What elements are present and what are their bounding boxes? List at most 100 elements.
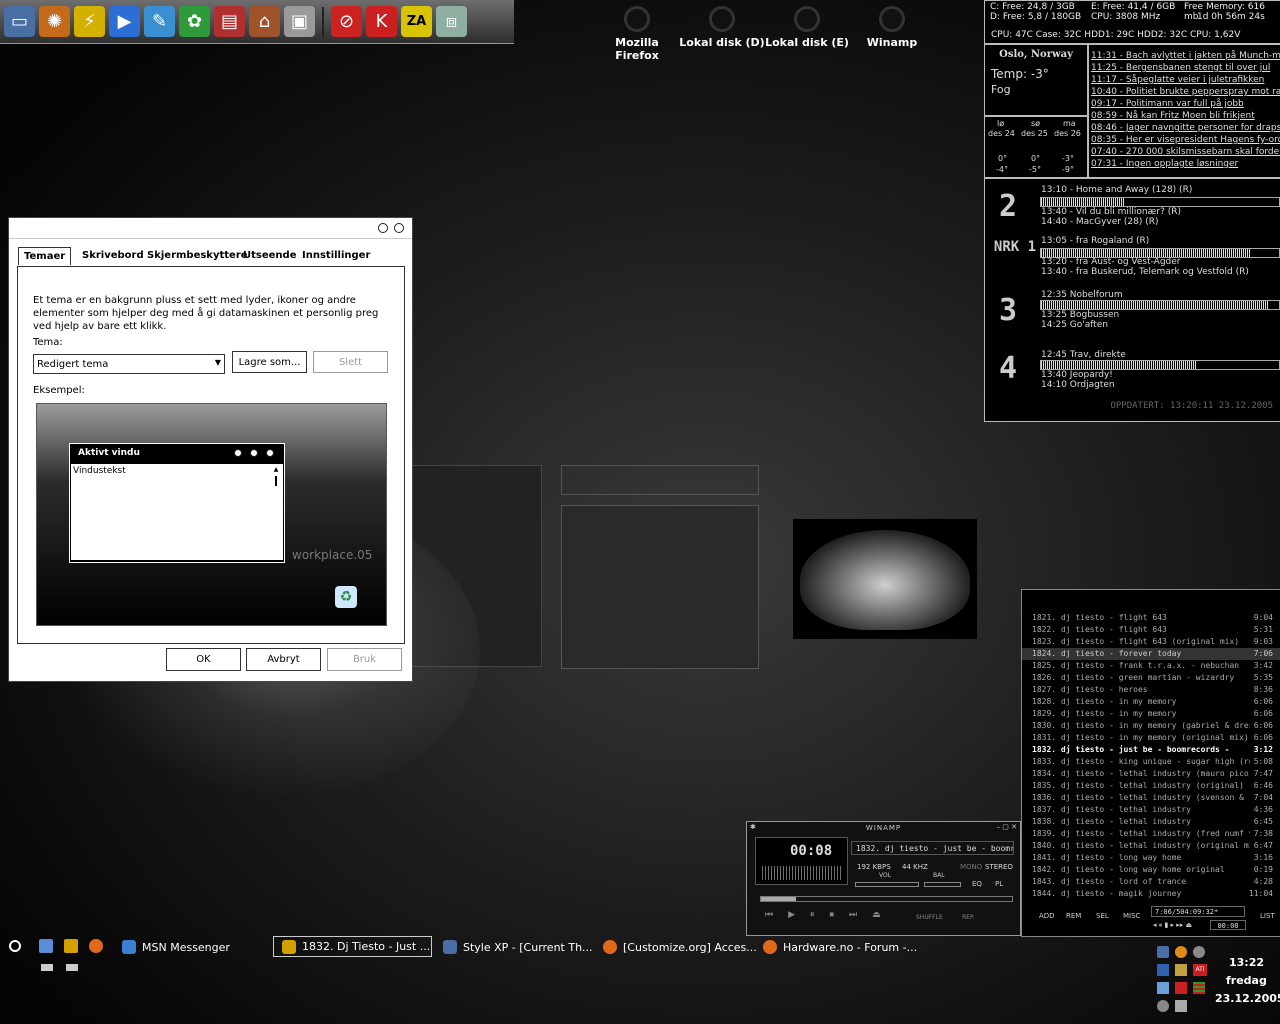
playlist-row[interactable]: 1831. dj tiesto - in my memory (original… (1022, 732, 1280, 744)
desktop-icon-disk-d[interactable]: Lokal disk (D) (677, 6, 767, 49)
tray-icon[interactable] (1193, 982, 1205, 994)
news-item[interactable]: 08:59 - Nå kan Fritz Moen bli frikjent (1091, 111, 1255, 121)
desktop-icon-winamp[interactable]: Winamp (847, 6, 937, 49)
playlist-row[interactable]: 1843. dj tiesto - lord of trance 4:28 (1022, 876, 1280, 888)
repeat-toggle[interactable]: REP. (962, 914, 975, 921)
messenger-icon[interactable]: ✿ (179, 6, 210, 37)
theme-select[interactable]: Redigert tema ▼ (33, 354, 225, 374)
clock-time[interactable]: 13:22 (1229, 956, 1264, 969)
playlist-mini-controls[interactable]: ◂ ⏸ ▮ ▸ ▸▸ ⏏ (1153, 921, 1192, 930)
playlist-row[interactable]: 1835. dj tiesto - lethal industry (origi… (1022, 780, 1280, 792)
playlist-row[interactable]: 1824. dj tiesto - forever today 7:06 (1022, 648, 1280, 660)
winamp-window-buttons[interactable]: – ▢ ✕ (997, 823, 1017, 831)
apply-button[interactable]: Bruk (327, 648, 402, 671)
kaspersky-icon[interactable]: K (366, 6, 397, 37)
playlist-row[interactable]: 1823. dj tiesto - flight 643 (original m… (1022, 636, 1280, 648)
playlist-sel-button[interactable]: SEL (1096, 912, 1109, 920)
playlist-row[interactable]: 1826. dj tiesto - green martian - wizard… (1022, 672, 1280, 684)
playlist-row[interactable]: 1827. dj tiesto - heroes 8:36 (1022, 684, 1280, 696)
no-entry-icon[interactable]: ⊘ (331, 6, 362, 37)
tray-icon[interactable] (1175, 1000, 1187, 1012)
news-item[interactable]: 11:25 - Bergensbanen stengt til over jul (1091, 63, 1270, 73)
seek-bar[interactable] (760, 896, 1013, 902)
playlist-row[interactable]: 1841. dj tiesto - long way home 3:16 (1022, 852, 1280, 864)
taskbar-task-customize[interactable]: [Customize.org] Acces... (603, 937, 757, 957)
playlist-rem-button[interactable]: REM (1066, 912, 1081, 920)
playlist-row[interactable]: 1844. dj tiesto - magik journey 11:04 (1022, 888, 1280, 900)
eq-toggle[interactable]: EQ (972, 880, 982, 888)
news-item[interactable]: 07:31 - Ingen opplagte løsninger (1091, 159, 1238, 169)
tray-icon[interactable] (1175, 946, 1187, 958)
tab-skrivebord[interactable]: Skrivebord (77, 247, 149, 264)
ati-icon[interactable]: ATI (1193, 964, 1207, 976)
playlist-add-button[interactable]: ADD (1039, 912, 1055, 920)
playlist-row[interactable]: 1838. dj tiesto - lethal industry 6:45 (1022, 816, 1280, 828)
kaspersky-tray-icon[interactable] (1175, 982, 1187, 994)
playlist-list-button[interactable]: LIST (1260, 912, 1275, 920)
quick-launch-winamp-icon[interactable] (64, 939, 78, 953)
news-item[interactable]: 10:40 - Politiet brukte pepperspray mot … (1091, 87, 1280, 97)
help-button[interactable] (378, 223, 388, 233)
playlist-row[interactable]: 1834. dj tiesto - lethal industry (mauro… (1022, 768, 1280, 780)
feather-icon[interactable]: ✎ (144, 6, 175, 37)
tray-icon[interactable] (1175, 964, 1187, 976)
playlist-row[interactable]: 1825. dj tiesto - frank t.r.a.x. - nebuc… (1022, 660, 1280, 672)
quick-launch-firefox-icon[interactable] (89, 939, 103, 953)
tab-utseende[interactable]: Utseende (238, 247, 301, 264)
winamp-menu-icon[interactable]: ✱ (750, 823, 756, 831)
winamp-title[interactable]: WINAMP (747, 824, 1020, 832)
playlist-row[interactable]: 1828. dj tiesto - in my memory 6:06 (1022, 696, 1280, 708)
tab-skjermbeskyttere[interactable]: Skjermbeskyttere (142, 247, 253, 264)
taskbar-messenger[interactable]: MSN Messenger (122, 937, 230, 957)
window-icon[interactable]: ▣ (284, 6, 315, 37)
desktop-icon-disk-e[interactable]: Lokal disk (E) (762, 6, 852, 49)
delete-button[interactable]: Slett (313, 351, 388, 373)
playlist-row[interactable]: 1836. dj tiesto - lethal industry (svens… (1022, 792, 1280, 804)
tab-innstillinger[interactable]: Innstillinger (297, 247, 375, 264)
hardware-icon[interactable]: ✺ (39, 6, 70, 37)
home-icon[interactable]: ⌂ (249, 6, 280, 37)
balance-slider[interactable] (924, 882, 961, 887)
save-as-button[interactable]: Lagre som... (232, 351, 307, 373)
playlist-row[interactable]: 1830. dj tiesto - in my memory (gabriel … (1022, 720, 1280, 732)
zonealarm-icon[interactable]: ZA (401, 6, 432, 37)
monitor-icon[interactable]: ▭ (4, 6, 35, 37)
desktop-icon-firefox[interactable]: Mozilla Firefox (592, 6, 682, 62)
playlist-row[interactable]: 1842. dj tiesto - long way home original… (1022, 864, 1280, 876)
quick-launch-explorer-icon[interactable] (39, 939, 53, 953)
close-button[interactable] (394, 223, 404, 233)
news-item[interactable]: 09:17 - Politimann var full på jobb (1091, 99, 1244, 109)
quick-launch-disk-icon[interactable] (41, 964, 53, 971)
news-item[interactable]: 08:35 - Her er visepresident Hagens fy-o… (1091, 135, 1280, 145)
playlist-row[interactable]: 1822. dj tiesto - flight 643 5:31 (1022, 624, 1280, 636)
playlist-row[interactable]: 1833. dj tiesto - king unique - sugar hi… (1022, 756, 1280, 768)
taskbar-task-winamp[interactable]: 1832. Dj Tiesto - Just ... (273, 936, 432, 957)
books-icon[interactable]: ▤ (214, 6, 245, 37)
tab-temaer[interactable]: Temaer (18, 247, 72, 265)
playlist-row[interactable]: 1840. dj tiesto - lethal industry (origi… (1022, 840, 1280, 852)
lightning-icon[interactable]: ⚡ (74, 6, 105, 37)
tray-icon[interactable] (1157, 982, 1169, 994)
playlist-row[interactable]: 1832. dj tiesto - just be - boomrecords … (1022, 744, 1280, 756)
taskbar-task-hardware[interactable]: Hardware.no - Forum -... (763, 937, 917, 957)
ok-button[interactable]: OK (166, 648, 241, 671)
start-button[interactable] (9, 940, 21, 952)
cancel-button[interactable]: Avbryt (246, 648, 321, 671)
news-item[interactable]: 08:46 - Jager navngitte personer for dra… (1091, 123, 1280, 133)
playlist-row[interactable]: 1829. dj tiesto - in my memory 6:06 (1022, 708, 1280, 720)
playlist-misc-button[interactable]: MISC (1123, 912, 1140, 920)
transport-controls[interactable]: ⏮▶⏸⏹⏭⏏ (765, 910, 896, 920)
news-item[interactable]: 11:17 - Såpeglatte veier i juletrafikken (1091, 75, 1264, 85)
tray-icon[interactable] (1157, 964, 1169, 976)
playlist-row[interactable]: 1837. dj tiesto - lethal industry 4:36 (1022, 804, 1280, 816)
playlist-row[interactable]: 1821. dj tiesto - flight 643 9:04 (1022, 612, 1280, 624)
volume-slider[interactable] (855, 882, 919, 887)
news-item[interactable]: 11:31 - Bach avlyttet i jakten på Munch-… (1091, 51, 1280, 61)
taskbar-task-stylexp[interactable]: Style XP - [Current Th... (443, 937, 593, 957)
pl-toggle[interactable]: PL (995, 880, 1003, 888)
dialog-titlebar[interactable] (9, 218, 412, 239)
shuffle-toggle[interactable]: SHUFFLE (916, 914, 943, 921)
news-item[interactable]: 07:40 - 270 000 skilsmissebarn skal ford… (1091, 147, 1280, 157)
media-player-icon[interactable]: ▶ (109, 6, 140, 37)
quick-launch-disk-icon[interactable] (66, 964, 78, 971)
